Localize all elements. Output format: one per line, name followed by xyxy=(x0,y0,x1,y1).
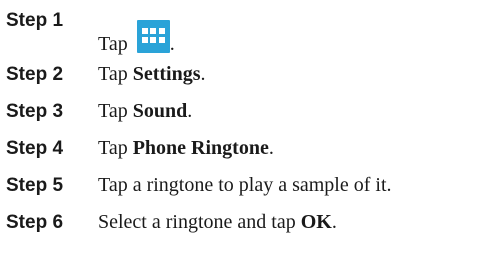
step-instruction: Tap Settings. xyxy=(98,63,206,86)
step-row-1: Step 1 Tap . xyxy=(0,6,503,55)
procedure-steps: Step 1 Tap . Step 2 Tap Settings. Step 3… xyxy=(0,0,503,254)
step-target-label: Sound xyxy=(132,100,188,122)
step-prefix: Tap xyxy=(98,63,133,85)
step-prefix: Select a ringtone and tap xyxy=(98,211,301,233)
step-suffix: . xyxy=(187,100,193,122)
step-row-5: Step 5 Tap a ringtone to play a sample o… xyxy=(0,171,503,205)
step-suffix: . xyxy=(268,137,274,159)
step-row-3: Step 3 Tap Sound. xyxy=(0,97,503,131)
step-number: Step 3 xyxy=(6,101,64,122)
step-suffix: . xyxy=(200,63,206,85)
step-instruction: Tap Phone Ringtone. xyxy=(98,137,274,160)
apps-grid-icon xyxy=(136,20,170,53)
step-target-label: Phone Ringtone xyxy=(132,137,269,159)
step-target-label: OK xyxy=(300,211,332,233)
step-row-4: Step 4 Tap Phone Ringtone. xyxy=(0,134,503,168)
step-instruction: Tap a ringtone to play a sample of it. xyxy=(98,174,392,196)
step-prefix: Tap xyxy=(98,100,133,122)
step-number: Step 6 xyxy=(6,212,64,233)
step-prefix: Tap xyxy=(98,33,133,55)
step-row-6: Step 6 Select a ringtone and tap OK. xyxy=(0,208,503,242)
step-instruction: Tap Sound. xyxy=(98,100,192,123)
step-instruction: Tap . xyxy=(98,20,175,56)
step-number: Step 1 xyxy=(6,10,64,31)
step-row-2: Step 2 Tap Settings. xyxy=(0,60,503,94)
step-suffix: . xyxy=(331,211,337,233)
step-number: Step 2 xyxy=(6,64,64,85)
step-suffix: . xyxy=(169,33,175,55)
step-number: Step 5 xyxy=(6,175,64,196)
step-instruction: Select a ringtone and tap OK. xyxy=(98,211,337,234)
step-target-label: Settings xyxy=(132,63,201,85)
step-number: Step 4 xyxy=(6,138,64,159)
step-prefix: Tap xyxy=(98,137,133,159)
